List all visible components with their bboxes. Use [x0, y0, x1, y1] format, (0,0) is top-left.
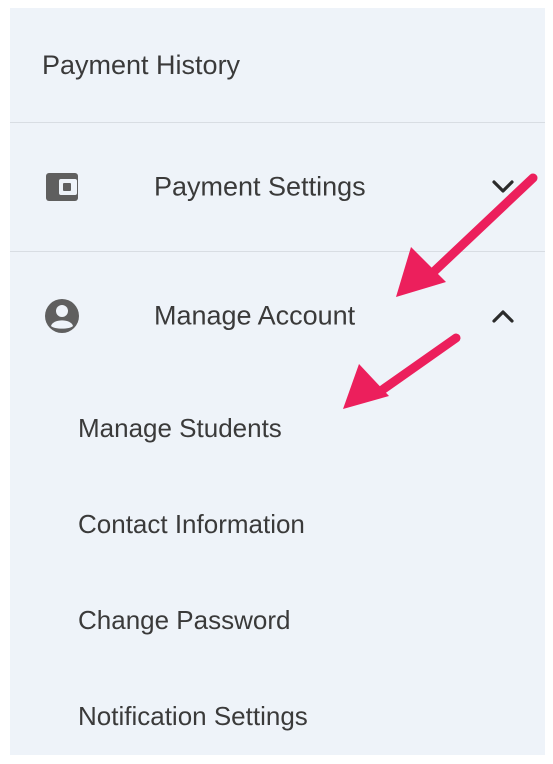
sidebar-item-payment-history[interactable]: Payment History	[10, 8, 545, 122]
sidebar-subitem-change-password[interactable]: Change Password	[10, 572, 545, 668]
sidebar-subitem-notification-settings[interactable]: Notification Settings	[10, 668, 545, 764]
section-label: Manage Account	[154, 300, 356, 331]
sidebar-section-payment-settings[interactable]: Payment Settings	[10, 123, 545, 251]
wallet-icon	[44, 169, 80, 205]
account-circle-icon	[44, 298, 80, 334]
subitem-label: Manage Students	[78, 412, 282, 443]
section-label: Payment Settings	[154, 171, 366, 202]
sidebar-subitem-contact-information[interactable]: Contact Information	[10, 476, 545, 572]
sidebar-item-label: Payment History	[42, 49, 241, 80]
subitem-label: Change Password	[78, 604, 291, 635]
subitem-label: Notification Settings	[78, 700, 308, 731]
chevron-down-icon[interactable]	[490, 174, 516, 200]
sidebar-nav: Payment History Payment Settings Manage …	[10, 8, 545, 755]
chevron-up-icon[interactable]	[490, 303, 516, 329]
sidebar-section-manage-account[interactable]: Manage Account	[10, 252, 545, 380]
subitem-label: Contact Information	[78, 508, 305, 539]
sidebar-subitem-manage-students[interactable]: Manage Students	[10, 380, 545, 476]
